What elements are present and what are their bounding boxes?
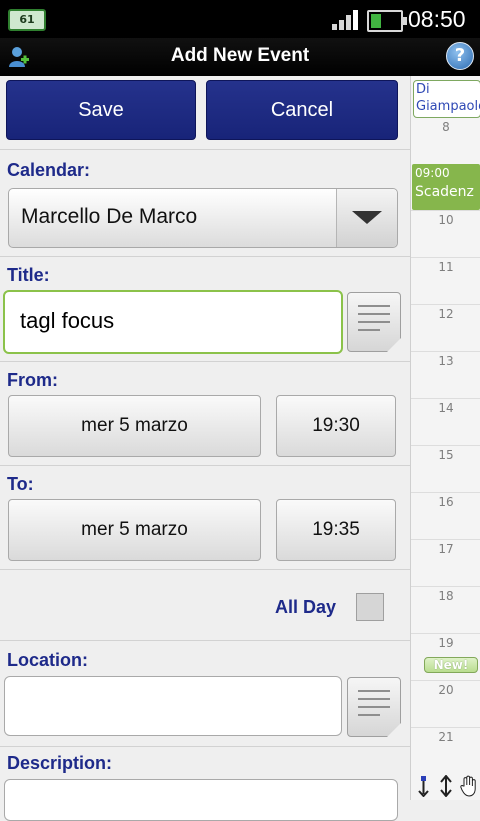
description-input[interactable] [4, 779, 398, 821]
divider [0, 361, 410, 362]
page-title: Add New Event [170, 45, 310, 66]
hour-divider [411, 257, 480, 258]
divider [0, 465, 410, 466]
help-icon[interactable]: ? [446, 42, 474, 70]
hour-label: 14 [438, 401, 454, 415]
signal-icon [332, 8, 360, 30]
calendar-selected-value: Marcello De Marco [21, 205, 198, 228]
title-input-value: tagl focus [20, 308, 115, 333]
save-button[interactable]: Save [6, 80, 196, 140]
title-bar: Add New Event ? [0, 38, 480, 76]
hour-label: 11 [438, 260, 454, 274]
location-label: Location: [7, 650, 88, 670]
title-input[interactable]: tagl focus [3, 290, 343, 354]
from-time-button[interactable]: 19:30 [276, 395, 396, 457]
hour-label: 21 [438, 730, 454, 744]
hour-divider [411, 210, 480, 211]
hour-label: 20 [438, 683, 454, 697]
resize-vertical-icon[interactable] [417, 775, 429, 802]
hour-divider [411, 492, 480, 493]
hour-divider [411, 680, 480, 681]
divider [0, 256, 410, 257]
event-title: Scadenz [415, 184, 474, 200]
hour-divider [411, 398, 480, 399]
hour-divider [411, 539, 480, 540]
battery-icon [367, 10, 407, 32]
hour-label: 10 [438, 213, 454, 227]
location-input[interactable] [4, 676, 342, 736]
hour-label: 13 [438, 354, 454, 368]
event-time: 09:00 [415, 166, 450, 180]
agenda-event[interactable]: Di Giampaolo Mirk [413, 80, 480, 118]
clock-time: 08:50 [408, 6, 466, 32]
calendar-select[interactable]: Marcello De Marco [8, 188, 398, 248]
description-label: Description: [7, 753, 113, 773]
title-templates-button[interactable] [347, 292, 401, 352]
location-templates-button[interactable] [347, 677, 401, 737]
hour-label: 17 [438, 542, 454, 556]
title-label: Title: [7, 265, 50, 285]
all-day-label: All Day [275, 597, 337, 617]
divider [0, 149, 410, 150]
to-time-button[interactable]: 19:35 [276, 499, 396, 561]
hour-divider [411, 445, 480, 446]
day-agenda-sidebar[interactable]: Di Giampaolo Mirk 8 09:00 Scadenz 10 11 … [410, 76, 480, 800]
hour-divider [411, 727, 480, 728]
from-date-button[interactable]: mer 5 marzo [8, 395, 261, 457]
dropdown-button[interactable] [336, 189, 397, 247]
hand-icon[interactable] [460, 775, 478, 802]
notification-badge: 61 [8, 9, 46, 31]
chevron-down-icon [352, 211, 382, 224]
hour-label: 18 [438, 589, 454, 603]
hour-divider [411, 304, 480, 305]
hour-label: 8 [442, 120, 450, 134]
all-day-checkbox[interactable] [356, 593, 384, 621]
hour-divider [411, 351, 480, 352]
hour-label: 15 [438, 448, 454, 462]
hour-divider [411, 633, 480, 634]
status-bar: 61 08:50 [0, 0, 480, 38]
cancel-button[interactable]: Cancel [206, 80, 398, 140]
hour-label: 12 [438, 307, 454, 321]
new-event-badge[interactable]: New! [424, 657, 478, 673]
agenda-toolbar [411, 773, 480, 800]
divider [0, 569, 410, 570]
agenda-event-scadenza[interactable]: 09:00 Scadenz [412, 164, 480, 210]
hour-divider [411, 586, 480, 587]
calendar-label: Calendar: [7, 160, 91, 180]
hour-label: 16 [438, 495, 454, 509]
expand-vertical-icon[interactable] [440, 774, 452, 802]
divider [0, 640, 410, 641]
to-label: To: [7, 474, 34, 494]
divider [0, 746, 410, 747]
from-label: From: [7, 370, 58, 390]
to-date-button[interactable]: mer 5 marzo [8, 499, 261, 561]
hour-label: 19 [438, 636, 454, 650]
event-form: Save Cancel Calendar: Marcello De Marco … [0, 76, 410, 821]
